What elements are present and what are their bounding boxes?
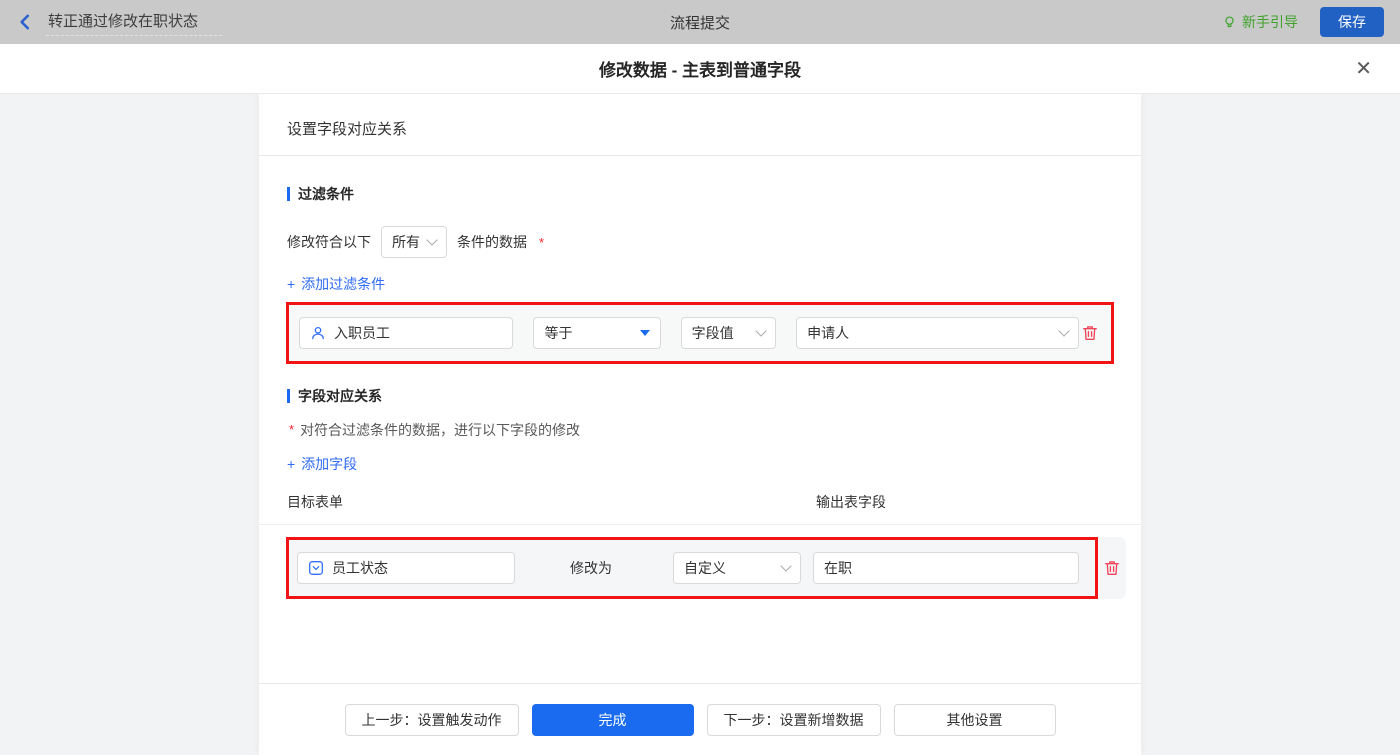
chevron-down-icon: [426, 234, 438, 246]
required-mark: *: [289, 422, 295, 437]
section-marker: [287, 389, 290, 403]
chevron-down-icon: [1058, 325, 1070, 337]
chevron-left-icon: [20, 14, 30, 30]
required-mark: *: [539, 234, 545, 250]
select-field-icon: [308, 560, 324, 576]
back-button[interactable]: [16, 13, 34, 31]
modal-header: 修改数据 - 主表到普通字段 ✕: [0, 44, 1400, 94]
guide-label: 新手引导: [1242, 14, 1298, 30]
column-output-field: 输出表字段: [816, 494, 886, 510]
condition-scope-select[interactable]: 所有: [381, 226, 447, 258]
condition-row: 修改符合以下 所有 条件的数据 *: [287, 226, 1113, 258]
lightbulb-icon: [1225, 15, 1234, 27]
condition-suffix: 条件的数据: [457, 234, 527, 250]
target-field-input[interactable]: 员工状态: [297, 552, 515, 584]
member-field-icon: [310, 325, 326, 341]
trash-icon: [1083, 326, 1097, 340]
close-icon[interactable]: ✕: [1355, 59, 1372, 79]
modal-title: 修改数据 - 主表到普通字段: [598, 61, 802, 80]
beginner-guide-link[interactable]: 新手引导: [1222, 12, 1298, 32]
delete-mapping-button[interactable]: [1101, 557, 1123, 579]
panel-title: 设置字段对应关系: [259, 94, 1141, 156]
settings-card: 设置字段对应关系 过滤条件 修改符合以下 所有 条件的数据 * + 添加过滤条件: [259, 94, 1141, 755]
save-button[interactable]: 保存: [1320, 7, 1384, 37]
value-type-select[interactable]: 字段值: [680, 317, 777, 349]
delete-condition-button[interactable]: [1079, 322, 1101, 344]
wizard-footer: 上一步：设置触发动作 完成 下一步：设置新增数据 其他设置: [259, 683, 1141, 755]
top-toolbar: 转正通过修改在职状态 流程提交 新手引导 保存: [0, 0, 1400, 44]
other-settings-button[interactable]: 其他设置: [893, 703, 1056, 736]
mapping-row-highlighted: 员工状态 修改为 自定义 在职: [286, 537, 1098, 599]
modal-body: 设置字段对应关系 过滤条件 修改符合以下 所有 条件的数据 * + 添加过滤条件: [0, 94, 1400, 755]
chevron-down-icon: [755, 325, 767, 337]
column-target-form: 目标表单: [287, 494, 343, 510]
filter-section-heading: 过滤条件: [287, 184, 1113, 204]
next-step-button[interactable]: 下一步：设置新增数据: [706, 703, 881, 736]
trash-icon: [1105, 561, 1119, 575]
mapping-column-headers: 目标表单 输出表字段: [259, 492, 1141, 525]
add-field-link[interactable]: + 添加字段: [287, 454, 357, 474]
add-filter-condition-link[interactable]: + 添加过滤条件: [287, 274, 385, 294]
section-marker: [287, 187, 290, 201]
operator-select[interactable]: 等于: [533, 317, 661, 349]
prev-step-button[interactable]: 上一步：设置触发动作: [344, 703, 519, 736]
value-select[interactable]: 申请人: [796, 317, 1080, 349]
mapping-description: * 对符合过滤条件的数据，进行以下字段的修改: [289, 422, 581, 438]
condition-prefix: 修改符合以下: [287, 234, 371, 250]
filter-condition-row-highlighted: 入职员工 等于 字段值 申请人: [286, 302, 1114, 364]
chevron-down-icon: [780, 560, 792, 572]
plus-icon: +: [287, 456, 296, 472]
mapping-row: 员工状态 修改为 自定义 在职: [286, 537, 1126, 599]
flow-title[interactable]: 转正通过修改在职状态: [46, 8, 223, 36]
filter-field-input[interactable]: 入职员工: [299, 317, 514, 349]
modify-type-select[interactable]: 自定义: [673, 552, 801, 584]
caret-down-icon: [639, 330, 650, 336]
done-button[interactable]: 完成: [531, 703, 694, 736]
modify-to-label: 修改为: [570, 560, 612, 576]
mapping-section-heading: 字段对应关系: [287, 386, 1113, 406]
plus-icon: +: [287, 276, 296, 292]
custom-value-input[interactable]: 在职: [813, 552, 1079, 584]
